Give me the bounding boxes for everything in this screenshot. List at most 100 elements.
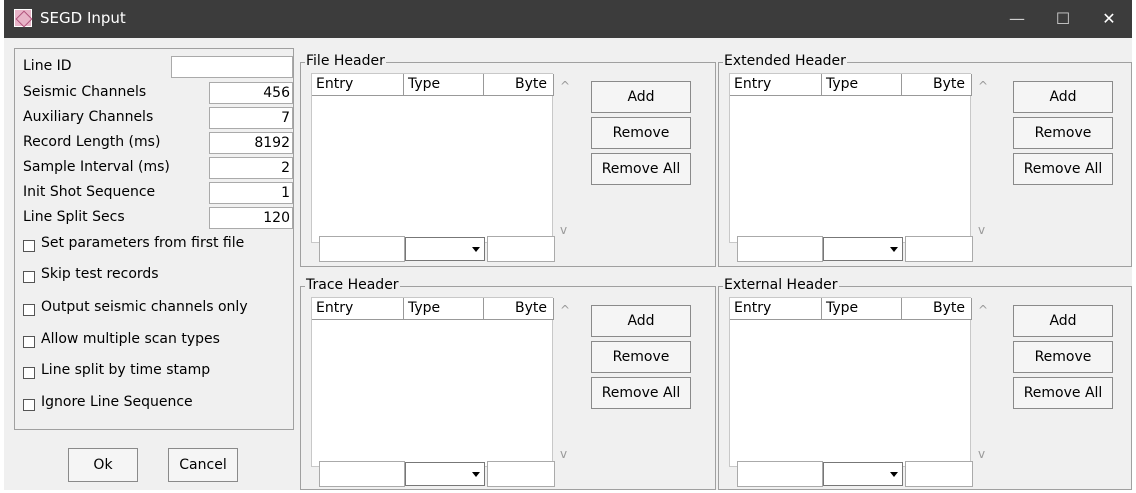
column-type[interactable]: Type (404, 298, 484, 320)
scrollbar[interactable]: ^ v (974, 297, 994, 467)
checkbox-label: Line split by time stamp (41, 362, 211, 378)
auxiliary-channels-label: Auxiliary Channels (23, 109, 154, 125)
sample-interval-input[interactable] (209, 157, 293, 179)
column-type[interactable]: Type (404, 74, 484, 96)
auxiliary-channels-input[interactable] (209, 107, 293, 129)
record-length-input[interactable] (209, 132, 293, 154)
header-table[interactable]: Entry Type Byte (729, 297, 972, 467)
group-title: External Header (723, 277, 839, 293)
line-split-secs-input[interactable] (209, 207, 293, 229)
group-title: Extended Header (723, 53, 847, 69)
init-shot-sequence-row: Init Shot Sequence (19, 182, 293, 204)
scroll-up-icon[interactable]: ^ (560, 303, 570, 317)
add-button[interactable]: Add (591, 305, 691, 337)
entry-input[interactable] (737, 236, 823, 262)
entry-input[interactable] (319, 236, 405, 262)
close-button[interactable]: ✕ (1086, 0, 1132, 38)
checkbox-label: Allow multiple scan types (41, 331, 220, 347)
column-type[interactable]: Type (822, 74, 902, 96)
add-button[interactable]: Add (1013, 81, 1113, 113)
column-entry[interactable]: Entry (730, 298, 822, 320)
header-table[interactable]: Entry Type Byte (729, 73, 972, 243)
remove-all-button[interactable]: Remove All (1013, 377, 1113, 409)
remove-all-button[interactable]: Remove All (591, 153, 691, 185)
scrollbar[interactable]: ^ v (556, 297, 576, 467)
column-byte[interactable]: Byte (484, 74, 554, 96)
entry-input[interactable] (319, 461, 405, 487)
remove-all-button[interactable]: Remove All (1013, 153, 1113, 185)
line-id-input[interactable] (171, 56, 293, 78)
checkbox-box[interactable] (23, 304, 35, 316)
maximize-button[interactable]: ☐ (1040, 0, 1086, 38)
extended-header-group: Extended Header Entry Type Byte ^ v Add … (718, 53, 1132, 267)
checkbox-label: Set parameters from first file (41, 235, 245, 251)
header-table[interactable]: Entry Type Byte (311, 73, 554, 243)
checkbox-box[interactable] (23, 399, 35, 411)
remove-button[interactable]: Remove (1013, 117, 1113, 149)
auxiliary-channels-row: Auxiliary Channels (19, 107, 293, 129)
byte-input[interactable] (487, 461, 555, 487)
remove-all-button[interactable]: Remove All (591, 377, 691, 409)
column-byte[interactable]: Byte (902, 298, 972, 320)
record-length-label: Record Length (ms) (23, 134, 161, 150)
scroll-down-icon[interactable]: v (978, 447, 985, 461)
checkbox-box[interactable] (23, 240, 35, 252)
line-id-label: Line ID (23, 58, 72, 74)
checkbox-box[interactable] (23, 336, 35, 348)
record-length-row: Record Length (ms) (19, 132, 293, 154)
group-title: File Header (305, 53, 386, 69)
type-combo[interactable] (823, 462, 903, 486)
scroll-down-icon[interactable]: v (560, 447, 567, 461)
byte-input[interactable] (487, 236, 555, 262)
checkbox-label: Skip test records (41, 266, 159, 282)
line-split-secs-row: Line Split Secs (19, 207, 293, 229)
byte-input[interactable] (905, 236, 973, 262)
column-entry[interactable]: Entry (312, 74, 404, 96)
scroll-up-icon[interactable]: ^ (978, 303, 988, 317)
parameters-panel: Line ID Seismic Channels Auxiliary Chann… (14, 48, 294, 430)
segd-input-window: SEGD Input — ☐ ✕ Line ID Seismic Channel… (4, 0, 1132, 490)
app-icon (14, 9, 32, 27)
entry-input[interactable] (737, 461, 823, 487)
column-byte[interactable]: Byte (484, 298, 554, 320)
group-title: Trace Header (305, 277, 400, 293)
scroll-up-icon[interactable]: ^ (560, 79, 570, 93)
dropdown-arrow-icon[interactable] (472, 247, 480, 252)
add-button[interactable]: Add (591, 81, 691, 113)
add-button[interactable]: Add (1013, 305, 1113, 337)
external-header-group: External Header Entry Type Byte ^ v Add … (718, 277, 1132, 490)
checkbox-box[interactable] (23, 271, 35, 283)
minimize-button[interactable]: — (994, 0, 1040, 38)
remove-button[interactable]: Remove (1013, 341, 1113, 373)
remove-button[interactable]: Remove (591, 117, 691, 149)
scrollbar[interactable]: ^ v (974, 73, 994, 243)
remove-button[interactable]: Remove (591, 341, 691, 373)
seismic-channels-input[interactable] (209, 82, 293, 104)
byte-input[interactable] (905, 461, 973, 487)
checkbox-label: Output seismic channels only (41, 299, 248, 315)
column-entry[interactable]: Entry (312, 298, 404, 320)
column-type[interactable]: Type (822, 298, 902, 320)
scroll-up-icon[interactable]: ^ (978, 79, 988, 93)
ok-button[interactable]: Ok (68, 448, 138, 482)
type-combo[interactable] (405, 462, 485, 486)
dropdown-arrow-icon[interactable] (890, 247, 898, 252)
init-shot-sequence-input[interactable] (209, 182, 293, 204)
type-combo[interactable] (405, 237, 485, 261)
window-title: SEGD Input (40, 9, 126, 27)
checkbox-box[interactable] (23, 367, 35, 379)
dropdown-arrow-icon[interactable] (472, 472, 480, 477)
scroll-down-icon[interactable]: v (978, 223, 985, 237)
column-entry[interactable]: Entry (730, 74, 822, 96)
scrollbar[interactable]: ^ v (556, 73, 576, 243)
cancel-button[interactable]: Cancel (168, 448, 238, 482)
column-byte[interactable]: Byte (902, 74, 972, 96)
sample-interval-label: Sample Interval (ms) (23, 159, 170, 175)
dropdown-arrow-icon[interactable] (890, 472, 898, 477)
scroll-down-icon[interactable]: v (560, 223, 567, 237)
seismic-channels-label: Seismic Channels (23, 84, 147, 100)
header-table[interactable]: Entry Type Byte (311, 297, 554, 467)
line-id-row: Line ID (19, 56, 293, 78)
type-combo[interactable] (823, 237, 903, 261)
title-bar[interactable]: SEGD Input — ☐ ✕ (4, 0, 1132, 38)
